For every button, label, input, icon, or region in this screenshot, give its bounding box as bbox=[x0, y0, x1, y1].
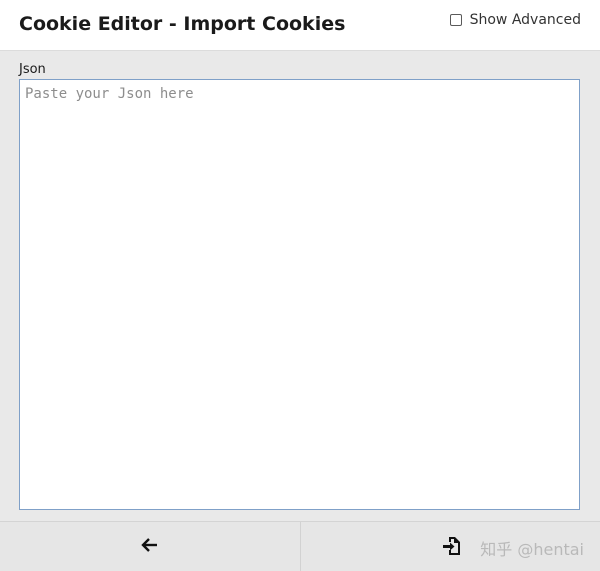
file-import-icon bbox=[442, 536, 462, 560]
cookie-editor-popup: Cookie Editor - Import Cookies Show Adva… bbox=[0, 0, 600, 571]
show-advanced-checkbox[interactable] bbox=[449, 14, 462, 26]
footer-toolbar: 知乎 @hentai bbox=[0, 521, 600, 571]
show-advanced-label: Show Advanced bbox=[469, 12, 581, 28]
import-form: Json bbox=[0, 51, 600, 521]
show-advanced-toggle[interactable]: Show Advanced bbox=[449, 12, 581, 28]
header: Cookie Editor - Import Cookies Show Adva… bbox=[0, 0, 600, 51]
json-label: Json bbox=[19, 62, 46, 77]
back-button[interactable] bbox=[0, 522, 300, 571]
import-button[interactable]: 知乎 @hentai bbox=[299, 522, 600, 571]
json-input[interactable] bbox=[19, 79, 580, 510]
arrow-left-icon bbox=[141, 537, 159, 557]
watermark-text: 知乎 @hentai bbox=[480, 540, 584, 559]
page-title: Cookie Editor - Import Cookies bbox=[19, 13, 346, 35]
